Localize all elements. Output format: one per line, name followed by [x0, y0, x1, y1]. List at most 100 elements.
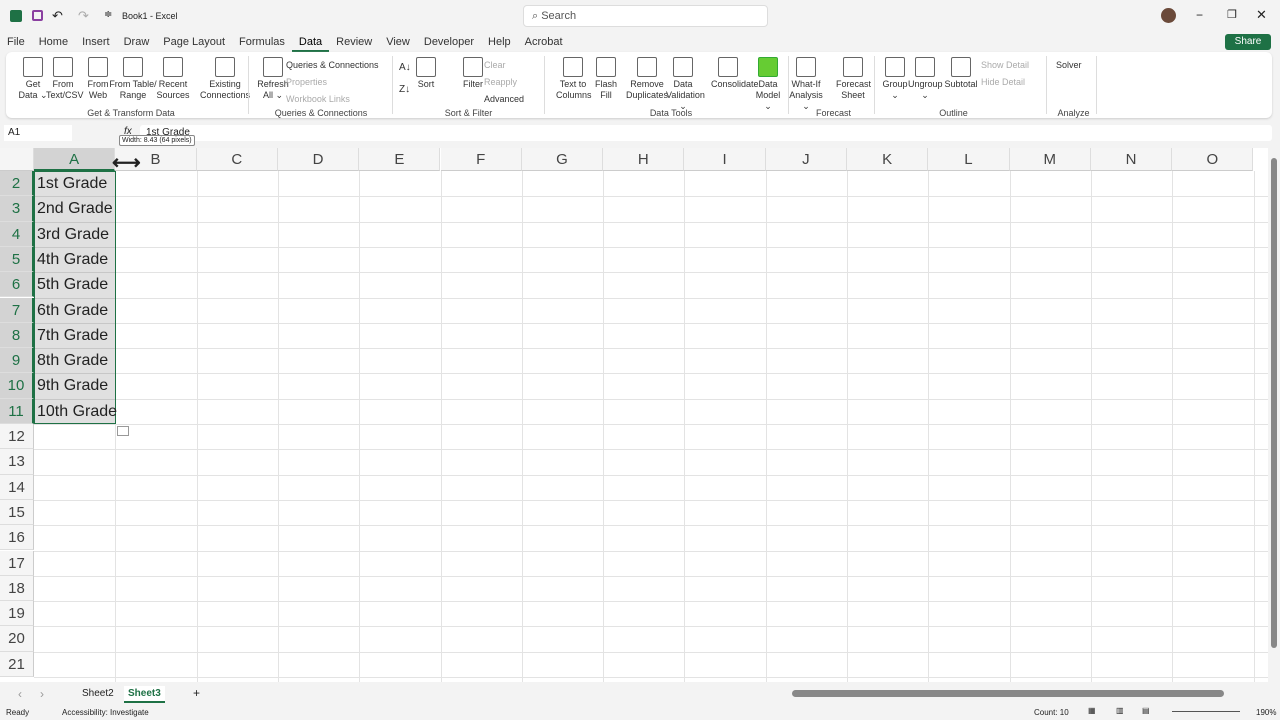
sheet-tab[interactable]: Sheet2 — [78, 686, 118, 701]
minimize-icon[interactable]: − — [1196, 8, 1203, 22]
row-header-2[interactable]: 2 — [0, 171, 34, 197]
column-header-m[interactable]: M — [1009, 148, 1091, 171]
ribbon-button-flash[interactable]: Flash Fill — [589, 54, 623, 101]
row-header-17[interactable]: 17 — [0, 550, 34, 576]
row-header-12[interactable]: 12 — [0, 424, 34, 450]
menu-tab-formulas[interactable]: Formulas — [232, 34, 292, 52]
ribbon-small-reapply[interactable]: Reapply — [484, 77, 517, 87]
ribbon-button-data[interactable]: Data Model ⌄ — [751, 54, 785, 112]
customize-toolbar-icon[interactable]: ≑ — [104, 9, 112, 20]
ribbon-button-from[interactable]: From Text/CSV — [46, 54, 84, 101]
column-header-i[interactable]: I — [684, 148, 766, 171]
select-all-corner[interactable] — [0, 148, 34, 171]
menu-tab-acrobat[interactable]: Acrobat — [518, 34, 570, 52]
save-icon[interactable] — [32, 10, 43, 21]
zoom-slider[interactable] — [1172, 711, 1240, 712]
spreadsheet-grid[interactable]: A B C D E F G H I J K L M N O 2 3 4 5 6 7 8 9 10 11 12 13 14 15 16 17 1… — [0, 148, 1268, 682]
ribbon-button-sort[interactable]: Sort — [409, 54, 443, 90]
sort-asc-icon[interactable]: A↓ — [399, 62, 411, 73]
name-box[interactable]: A1 — [4, 125, 72, 141]
cell-a11[interactable]: 10th Grade — [34, 399, 117, 424]
row-header-5[interactable]: 5 — [0, 246, 34, 273]
ribbon-small-queries---connections[interactable]: Queries & Connections — [286, 60, 379, 70]
row-header-21[interactable]: 21 — [0, 651, 34, 677]
ribbon-button-remove[interactable]: Remove Duplicates — [623, 54, 671, 101]
row-header-11[interactable]: 11 — [0, 398, 34, 424]
ribbon-button-ungroup[interactable]: Ungroup ⌄ — [908, 54, 943, 101]
close-icon[interactable]: ✕ — [1256, 7, 1267, 23]
row-header-9[interactable]: 9 — [0, 348, 34, 374]
menu-tab-insert[interactable]: Insert — [75, 34, 117, 52]
share-button[interactable]: Share — [1225, 34, 1271, 50]
row-header-18[interactable]: 18 — [0, 575, 34, 602]
row-header-7[interactable]: 7 — [0, 297, 34, 323]
cell-a6[interactable]: 5th Grade — [34, 272, 108, 297]
row-header-6[interactable]: 6 — [0, 272, 34, 298]
redo-icon[interactable]: ↷ — [78, 8, 89, 24]
column-header-h[interactable]: H — [603, 148, 685, 171]
menu-tab-file[interactable]: File — [0, 34, 32, 52]
restore-icon[interactable]: ❐ — [1227, 8, 1237, 21]
ribbon-small-show-detail[interactable]: Show Detail — [981, 60, 1029, 70]
page-break-view-icon[interactable]: ▤ — [1142, 706, 1150, 715]
menu-tab-view[interactable]: View — [379, 34, 417, 52]
accessibility-status[interactable]: Accessibility: Investigate — [62, 708, 149, 717]
normal-view-icon[interactable]: ▦ — [1088, 706, 1096, 715]
next-sheet-icon[interactable]: › — [40, 687, 44, 701]
ribbon-button-fromtable[interactable]: From Table/Range — [109, 54, 157, 101]
row-header-16[interactable]: 16 — [0, 525, 34, 551]
column-header-j[interactable]: J — [765, 148, 847, 171]
row-header-13[interactable]: 13 — [0, 449, 34, 475]
quick-analysis-icon[interactable] — [117, 426, 129, 436]
ribbon-small-workbook-links[interactable]: Workbook Links — [286, 94, 350, 104]
column-header-e[interactable]: E — [359, 148, 441, 171]
column-header-a[interactable]: A — [34, 148, 116, 171]
ribbon-small-solver[interactable]: Solver — [1056, 60, 1082, 70]
prev-sheet-icon[interactable]: ‹ — [18, 687, 22, 701]
menu-tab-review[interactable]: Review — [329, 34, 379, 52]
cell-a5[interactable]: 4th Grade — [34, 247, 108, 272]
row-header-4[interactable]: 4 — [0, 221, 34, 247]
zoom-level[interactable]: 190% — [1256, 708, 1276, 717]
column-header-f[interactable]: F — [440, 148, 522, 171]
ribbon-small-advanced[interactable]: Advanced — [484, 94, 524, 104]
undo-icon[interactable]: ↶ — [52, 8, 63, 24]
ribbon-button-get[interactable]: Get Data ⌄ — [16, 54, 50, 101]
menu-tab-draw[interactable]: Draw — [117, 34, 157, 52]
menu-tab-page-layout[interactable]: Page Layout — [156, 34, 232, 52]
sort-desc-icon[interactable]: Z↓ — [399, 84, 410, 95]
cell-a8[interactable]: 7th Grade — [34, 323, 108, 348]
vertical-scrollbar[interactable] — [1268, 148, 1280, 682]
cell-a4[interactable]: 3rd Grade — [34, 222, 109, 247]
search-box[interactable]: ⌕ Search — [523, 5, 768, 27]
avatar[interactable] — [1161, 8, 1176, 23]
row-header-3[interactable]: 3 — [0, 196, 34, 222]
menu-tab-home[interactable]: Home — [32, 34, 75, 52]
ribbon-button-textto[interactable]: Text to Columns — [556, 54, 592, 101]
page-layout-view-icon[interactable]: ▥ — [1116, 706, 1124, 715]
add-sheet-button[interactable]: + — [193, 686, 200, 700]
ribbon-button-refresh[interactable]: Refresh All ⌄ — [256, 54, 290, 101]
ribbon-small-hide-detail[interactable]: Hide Detail — [981, 77, 1025, 87]
cell-a7[interactable]: 6th Grade — [34, 298, 108, 323]
ribbon-button-subtotal[interactable]: Subtotal — [944, 54, 978, 90]
cell-a3[interactable]: 2nd Grade — [34, 196, 113, 221]
ribbon-button-whatif[interactable]: What-If Analysis ⌄ — [789, 54, 823, 112]
ribbon-button-existing[interactable]: Existing Connections — [199, 54, 251, 101]
row-header-20[interactable]: 20 — [0, 626, 34, 652]
column-header-n[interactable]: N — [1090, 148, 1173, 171]
sheet-tab-active[interactable]: Sheet3 — [124, 686, 165, 703]
column-header-g[interactable]: G — [521, 148, 604, 171]
cell-a10[interactable]: 9th Grade — [34, 373, 108, 398]
menu-tab-help[interactable]: Help — [481, 34, 518, 52]
row-header-8[interactable]: 8 — [0, 322, 34, 349]
ribbon-button-recent[interactable]: Recent Sources — [156, 54, 190, 101]
column-header-l[interactable]: L — [928, 148, 1010, 171]
row-header-19[interactable]: 19 — [0, 601, 34, 627]
horizontal-scrollbar[interactable] — [792, 690, 1224, 697]
cell-a9[interactable]: 8th Grade — [34, 348, 108, 373]
cell-a2[interactable]: 1st Grade — [34, 171, 107, 196]
row-header-15[interactable]: 15 — [0, 499, 34, 526]
ribbon-button-consolidate[interactable]: Consolidate — [711, 54, 759, 90]
menu-tab-data[interactable]: Data — [291, 34, 330, 52]
